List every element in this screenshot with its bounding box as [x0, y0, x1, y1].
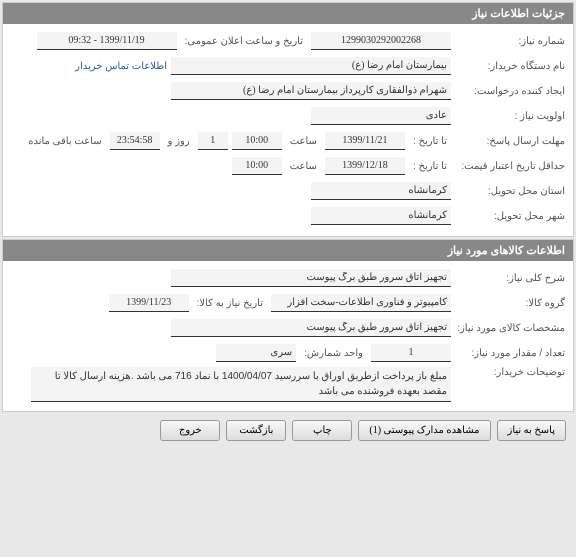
- label-validity: حداقل تاریخ اعتبار قیمت:: [455, 161, 565, 172]
- label-goods-date: تاریخ نیاز به کالا:: [193, 298, 267, 309]
- deadline-time-field[interactable]: [232, 132, 282, 150]
- label-unit: واحد شمارش:: [300, 348, 367, 359]
- attachments-button[interactable]: مشاهده مدارک پیوستی (1): [358, 420, 490, 441]
- goods-spec-field[interactable]: [171, 319, 451, 337]
- label-time-2: ساعت: [286, 161, 321, 172]
- general-desc-field[interactable]: [171, 269, 451, 287]
- unit-field[interactable]: [216, 344, 296, 362]
- label-remaining: ساعت باقی مانده: [24, 136, 105, 147]
- validity-date-field[interactable]: [325, 157, 405, 175]
- request-info-panel: جزئیات اطلاعات نیاز شماره نیاز: تاریخ و …: [2, 2, 574, 237]
- remaining-time-field[interactable]: [110, 132, 160, 150]
- label-priority: اولویت نیاز :: [455, 111, 565, 122]
- exit-button[interactable]: خروج: [160, 420, 220, 441]
- label-buyer-notes: توضیحات خریدار:: [455, 367, 565, 378]
- label-to-date: تا تاریخ :: [409, 136, 451, 147]
- priority-field[interactable]: [311, 107, 451, 125]
- label-deadline: مهلت ارسال پاسخ:: [455, 136, 565, 147]
- label-request-no: شماره نیاز:: [455, 36, 565, 47]
- label-to-date-2: تا تاریخ :: [409, 161, 451, 172]
- province-field[interactable]: [311, 182, 451, 200]
- requester-field[interactable]: [171, 82, 451, 100]
- section-title-goods: اطلاعات کالاهای مورد نیاز: [3, 240, 573, 261]
- reply-button[interactable]: پاسخ به نیاز: [497, 420, 567, 441]
- label-requester: ایجاد کننده درخواست:: [455, 86, 565, 97]
- qty-field[interactable]: [371, 344, 451, 362]
- label-time-1: ساعت: [286, 136, 321, 147]
- label-province: استان محل تحویل:: [455, 186, 565, 197]
- goods-date-field[interactable]: [109, 294, 189, 312]
- label-day-and: روز و: [164, 136, 194, 147]
- section-title-info: جزئیات اطلاعات نیاز: [3, 3, 573, 24]
- action-bar: پاسخ به نیاز مشاهده مدارک پیوستی (1) چاپ…: [0, 414, 576, 447]
- print-button[interactable]: چاپ: [292, 420, 352, 441]
- remaining-days-field[interactable]: [198, 132, 228, 150]
- label-qty: تعداد / مقدار مورد نیاز:: [455, 348, 565, 359]
- goods-group-field[interactable]: [271, 294, 451, 312]
- request-no-field[interactable]: [311, 32, 451, 50]
- validity-time-field[interactable]: [232, 157, 282, 175]
- deadline-date-field[interactable]: [325, 132, 405, 150]
- buyer-name-field[interactable]: [171, 57, 451, 75]
- announce-datetime-field[interactable]: [37, 32, 177, 50]
- label-announce-dt: تاریخ و ساعت اعلان عمومی:: [181, 36, 308, 47]
- label-buyer: نام دستگاه خریدار:: [455, 61, 565, 72]
- buyer-contact-link[interactable]: اطلاعات تماس خریدار: [75, 61, 167, 72]
- label-city: شهر محل تحویل:: [455, 211, 565, 222]
- back-button[interactable]: بازگشت: [226, 420, 286, 441]
- city-field[interactable]: [311, 207, 451, 225]
- label-goods-spec: مشخصات کالای مورد نیاز:: [455, 323, 565, 334]
- label-goods-group: گروه کالا:: [455, 298, 565, 309]
- buyer-notes-field[interactable]: مبلغ باز پرداخت ازطریق اوراق با سررسید 1…: [31, 367, 451, 402]
- goods-info-panel: اطلاعات کالاهای مورد نیاز شرح کلی نیاز: …: [2, 239, 574, 412]
- label-general-desc: شرح کلی نیاز:: [455, 273, 565, 284]
